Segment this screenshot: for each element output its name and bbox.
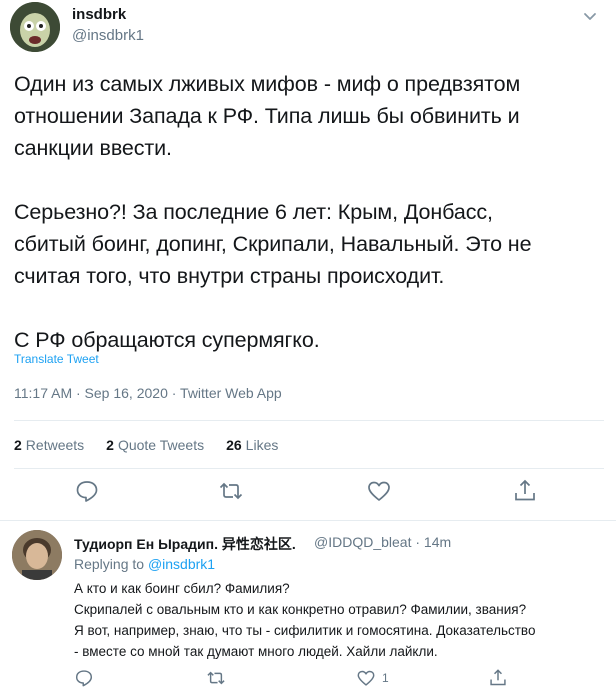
retweets-count: 2 [14, 437, 22, 453]
reply-icon[interactable] [74, 667, 94, 689]
divider [0, 520, 616, 521]
translate-tweet-link[interactable]: Translate Tweet [14, 352, 99, 366]
author-handle[interactable]: @insdbrk1 [72, 27, 144, 44]
quotes-stat[interactable]: 2 Quote Tweets [106, 437, 204, 453]
retweets-label: Retweets [25, 437, 85, 453]
divider [14, 468, 604, 469]
tweet-text: Один из самых лживых мифов - миф о предв… [14, 72, 532, 352]
reply-action-bar: 1 [0, 667, 616, 697]
retweet-icon[interactable] [206, 667, 226, 689]
reply-author-handle[interactable]: @IDDQD_bleat · 14m [314, 534, 451, 550]
like-button[interactable]: 1 [356, 667, 389, 689]
replying-prefix: Replying to [74, 556, 145, 572]
reply-text: А кто и как боинг сбил? Фамилия? Скрипал… [74, 581, 536, 659]
tweet-timestamp[interactable]: 11:17 AM · Sep 16, 2020 · Twitter Web Ap… [14, 385, 282, 401]
reply-author-name[interactable]: Тудиорп Ен Ырадип. 异性恋社区. [74, 534, 296, 554]
likes-count: 26 [226, 437, 242, 453]
engagement-stats: 2 Retweets 2 Quote Tweets 26 Likes [14, 437, 278, 453]
quotes-label: Quote Tweets [117, 437, 205, 453]
retweets-stat[interactable]: 2 Retweets [14, 437, 84, 453]
reply-author-avatar[interactable] [12, 530, 62, 580]
chevron-down-icon[interactable] [580, 6, 600, 26]
tweet-action-bar [0, 478, 616, 514]
divider [14, 420, 604, 421]
replying-to-line: Replying to @insdbrk1 [74, 556, 215, 572]
share-icon[interactable] [512, 478, 540, 506]
quotes-count: 2 [106, 437, 114, 453]
likes-label: Likes [245, 437, 279, 453]
share-icon[interactable] [488, 667, 508, 689]
like-count: 1 [382, 671, 389, 685]
author-display-name[interactable]: insdbrk [72, 6, 126, 23]
reply-icon[interactable] [74, 478, 102, 506]
replying-to-link[interactable]: @insdbrk1 [148, 556, 215, 572]
author-avatar[interactable] [10, 2, 60, 52]
retweet-icon[interactable] [218, 478, 246, 506]
like-icon [356, 668, 376, 688]
likes-stat[interactable]: 26 Likes [226, 437, 278, 453]
like-icon[interactable] [366, 478, 394, 506]
